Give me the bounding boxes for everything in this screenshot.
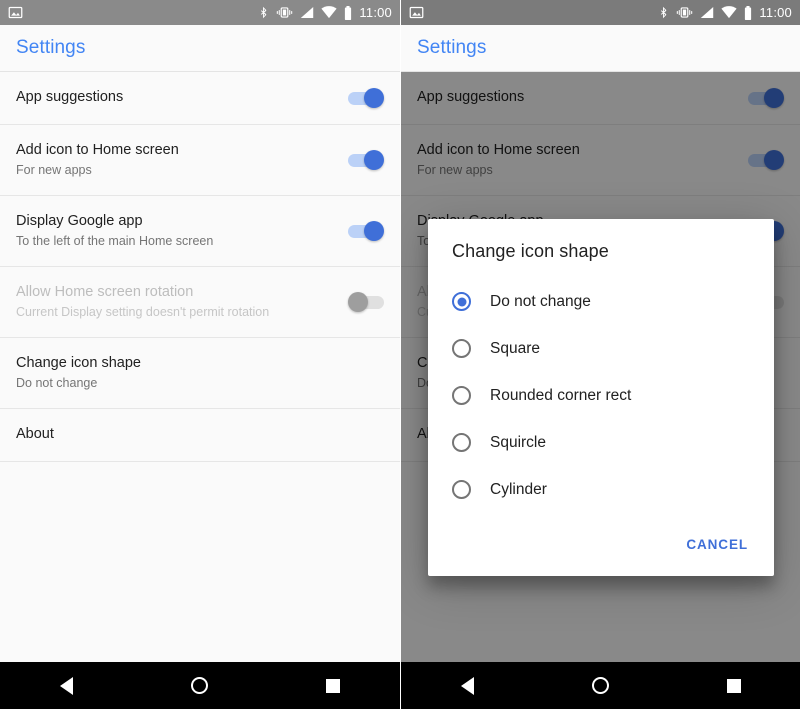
vibrate-icon: [277, 7, 293, 18]
row-title: Add icon to Home screen: [16, 141, 179, 158]
battery-icon: [345, 5, 352, 20]
recents-button[interactable]: [303, 662, 363, 709]
status-bar-right-right-icons: 11:00: [658, 5, 792, 20]
dialog-title: Change icon shape: [452, 241, 609, 261]
settings-row-display-google-app[interactable]: Display Google app To the left of the ma…: [0, 196, 400, 267]
bluetooth-icon: [261, 6, 267, 19]
switch-thumb: [348, 292, 368, 312]
vibrate-icon: [677, 7, 693, 18]
switch-app-suggestions[interactable]: [348, 88, 384, 108]
content-area-right: App suggestions Add icon to Home screen …: [401, 72, 800, 709]
page-title: Settings: [16, 37, 86, 58]
radio-button-icon[interactable]: [452, 386, 471, 405]
settings-row-about[interactable]: About: [0, 409, 400, 462]
home-icon: [592, 677, 609, 694]
home-button[interactable]: [170, 662, 230, 709]
switch-allow-home-screen-rotation: [348, 292, 384, 312]
home-icon: [191, 677, 209, 694]
radio-option-cylinder[interactable]: Cylinder: [428, 466, 774, 513]
phone-screen-left: 11:00 Settings App suggestions Add icon …: [0, 0, 400, 709]
change-icon-shape-dialog: Change icon shape Do not change Square R…: [428, 219, 774, 576]
bluetooth-icon: [661, 6, 667, 19]
row-title: Allow Home screen rotation: [16, 283, 194, 300]
radio-option-label: Do not change: [490, 292, 591, 310]
radio-option-squircle[interactable]: Squircle: [428, 419, 774, 466]
radio-option-label: Square: [490, 339, 540, 357]
switch-thumb: [364, 88, 384, 108]
row-texts: Display Google app To the left of the ma…: [16, 212, 336, 250]
radio-button-icon[interactable]: [452, 480, 471, 499]
back-icon: [60, 676, 74, 695]
battery-icon: [745, 5, 752, 20]
status-bar-right-left-icons: [409, 5, 424, 20]
switch-thumb: [364, 221, 384, 241]
cancel-button[interactable]: CANCEL: [676, 529, 758, 560]
switch-add-icon-to-home-screen[interactable]: [348, 150, 384, 170]
row-subtitle: To the left of the main Home screen: [16, 234, 214, 249]
row-title: Change icon shape: [16, 354, 141, 371]
radio-option-label: Cylinder: [490, 480, 547, 498]
radio-option-do-not-change[interactable]: Do not change: [428, 278, 774, 325]
settings-row-app-suggestions[interactable]: App suggestions: [0, 72, 400, 125]
status-bar-clock: 11:00: [759, 5, 792, 20]
radio-option-rounded-corner-rect[interactable]: Rounded corner rect: [428, 372, 774, 419]
settings-row-change-icon-shape[interactable]: Change icon shape Do not change: [0, 338, 400, 409]
row-subtitle: For new apps: [16, 163, 92, 178]
radio-option-label: Squircle: [490, 433, 546, 451]
row-texts: About: [16, 425, 384, 445]
row-subtitle: Do not change: [16, 376, 98, 391]
row-texts: Allow Home screen rotation Current Displ…: [16, 283, 336, 321]
photo-icon: [409, 6, 424, 19]
page-title: Settings: [417, 37, 487, 58]
phone-screen-right: 11:00 Settings App suggestions Add icon …: [400, 0, 800, 709]
back-icon: [461, 676, 474, 695]
radio-option-label: Rounded corner rect: [490, 386, 632, 404]
navigation-bar-right: [401, 662, 800, 709]
radio-button-icon[interactable]: [452, 339, 471, 358]
status-bar-right-icons: 11:00: [258, 5, 392, 20]
status-bar-left: 11:00: [0, 0, 400, 25]
status-bar-left-icons: [8, 5, 23, 20]
row-texts: Change icon shape Do not change: [16, 354, 384, 392]
recents-button[interactable]: [704, 662, 764, 709]
row-texts: App suggestions: [16, 88, 336, 108]
app-bar-right: Settings: [401, 25, 800, 72]
photo-icon: [8, 6, 23, 19]
content-area-left: App suggestions Add icon to Home screen …: [0, 72, 400, 709]
signal-icon: [701, 7, 714, 18]
settings-list: App suggestions Add icon to Home screen …: [0, 72, 400, 462]
back-button[interactable]: [37, 662, 97, 709]
settings-row-add-icon-to-home-screen[interactable]: Add icon to Home screen For new apps: [0, 125, 400, 196]
app-bar-left: Settings: [0, 25, 400, 72]
settings-row-allow-home-screen-rotation: Allow Home screen rotation Current Displ…: [0, 267, 400, 338]
row-title: App suggestions: [16, 89, 124, 106]
signal-icon: [301, 7, 314, 18]
recents-icon: [326, 678, 341, 693]
row-subtitle: Current Display setting doesn't permit r…: [16, 305, 270, 320]
navigation-bar-left: [0, 662, 400, 709]
radio-button-icon[interactable]: [452, 292, 471, 311]
radio-button-icon[interactable]: [452, 433, 471, 452]
home-button[interactable]: [571, 662, 631, 709]
row-texts: Add icon to Home screen For new apps: [16, 141, 336, 179]
row-title: Display Google app: [16, 212, 143, 229]
row-title: About: [16, 426, 54, 443]
status-bar-clock: 11:00: [359, 5, 392, 20]
dialog-actions: CANCEL: [428, 521, 774, 568]
back-button[interactable]: [438, 662, 498, 709]
recents-icon: [726, 678, 741, 693]
status-bar-right: 11:00: [401, 0, 800, 25]
switch-thumb: [364, 150, 384, 170]
wifi-icon: [321, 6, 338, 19]
wifi-icon: [721, 6, 738, 19]
radio-option-square[interactable]: Square: [428, 325, 774, 372]
switch-display-google-app[interactable]: [348, 221, 384, 241]
screenshot-stage: 11:00 Settings App suggestions Add icon …: [0, 0, 800, 709]
